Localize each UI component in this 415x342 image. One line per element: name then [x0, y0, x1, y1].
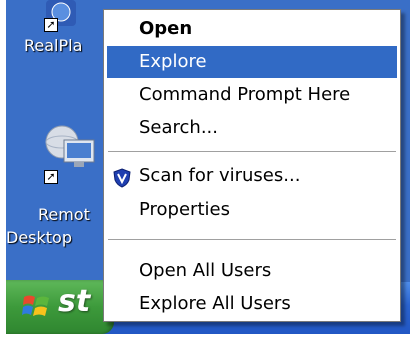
menu-separator — [108, 151, 396, 152]
menu-item-label: Open — [139, 18, 193, 39]
menu-separator — [108, 239, 396, 240]
menu-item-scan-for-viruses[interactable]: Scan for viruses... — [107, 160, 397, 192]
realplayer-shortcut[interactable]: ➚ RealPla — [6, 0, 106, 100]
menu-item-open[interactable]: Open — [107, 13, 397, 45]
menu-item-label: Search... — [139, 117, 219, 138]
menu-item-label: Command Prompt Here — [139, 84, 351, 105]
remote-desktop-shortcut[interactable]: ➚ Remot Desktop — [6, 120, 106, 260]
antivirus-shield-icon — [113, 167, 131, 188]
menu-item-label: Scan for viruses... — [139, 165, 301, 186]
windows-flag-icon — [22, 293, 52, 319]
context-menu: Open Explore Command Prompt Here Search.… — [103, 9, 401, 322]
menu-item-command-prompt-here[interactable]: Command Prompt Here — [107, 79, 397, 111]
start-label: st — [58, 284, 91, 319]
realplayer-label: RealPla — [24, 36, 83, 55]
remote-desktop-label-line1: Remot — [38, 205, 90, 224]
shortcut-arrow-icon: ➚ — [44, 18, 58, 32]
menu-item-open-all-users[interactable]: Open All Users — [107, 255, 397, 287]
remote-desktop-label-line2: Desktop — [6, 228, 72, 247]
menu-item-label: Open All Users — [139, 260, 272, 281]
menu-item-search[interactable]: Search... — [107, 112, 397, 144]
menu-item-properties[interactable]: Properties — [107, 194, 397, 226]
remote-desktop-icon — [40, 122, 100, 174]
shortcut-arrow-icon: ➚ — [44, 170, 58, 184]
menu-item-label: Properties — [139, 199, 230, 220]
menu-item-label: Explore All Users — [139, 293, 291, 314]
menu-item-explore-all-users[interactable]: Explore All Users — [107, 288, 397, 320]
menu-item-explore[interactable]: Explore — [107, 46, 397, 78]
menu-item-label: Explore — [139, 51, 207, 72]
